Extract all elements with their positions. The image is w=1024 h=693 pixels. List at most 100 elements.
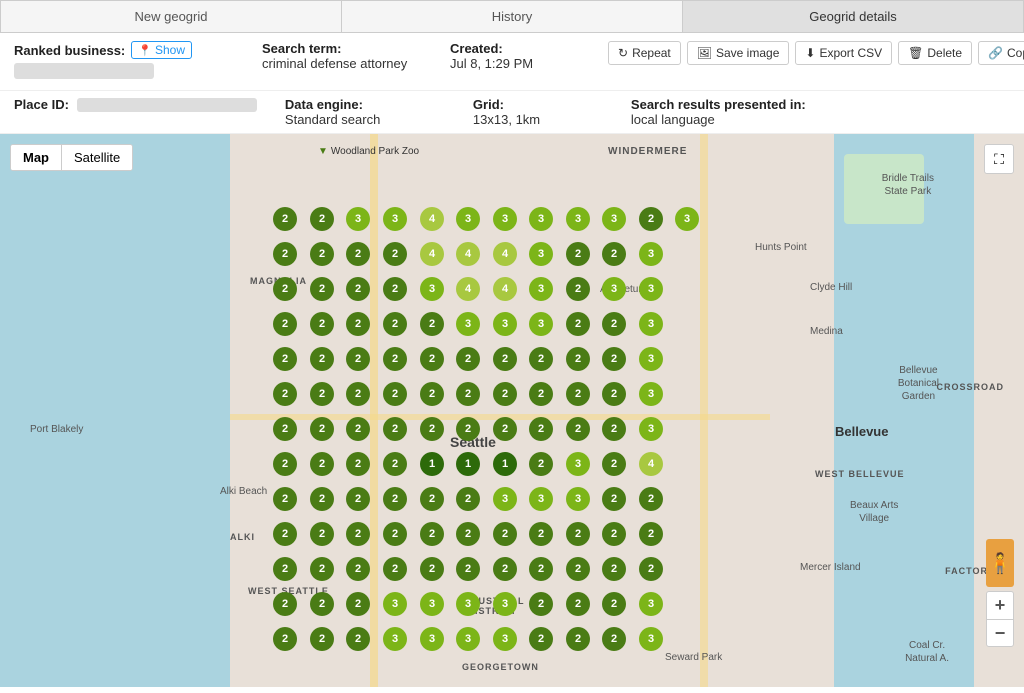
map-pin[interactable]: 2: [566, 242, 590, 266]
map-pin[interactable]: 2: [273, 592, 297, 616]
map-pin[interactable]: 2: [639, 207, 663, 231]
map-pin[interactable]: 4: [456, 277, 480, 301]
tab-geogrid-details[interactable]: Geogrid details: [683, 0, 1024, 32]
map-container[interactable]: ▼Woodland Park Zoo WINDERMERE Bridle Tra…: [0, 134, 1024, 687]
map-pin[interactable]: 3: [529, 207, 553, 231]
map-pin[interactable]: 2: [566, 627, 590, 651]
map-pin[interactable]: 2: [602, 452, 626, 476]
map-pin[interactable]: 3: [602, 207, 626, 231]
fullscreen-button[interactable]: ⛶: [984, 144, 1014, 174]
show-button[interactable]: 📍 Show: [131, 41, 192, 59]
copy-link-button[interactable]: 🔗 Copy link: [978, 41, 1024, 65]
map-pin[interactable]: 2: [383, 522, 407, 546]
map-pin[interactable]: 2: [602, 417, 626, 441]
map-pin[interactable]: 3: [529, 277, 553, 301]
map-pin[interactable]: 2: [383, 277, 407, 301]
map-pin[interactable]: 3: [602, 277, 626, 301]
map-pin[interactable]: 2: [602, 242, 626, 266]
map-pin[interactable]: 3: [566, 452, 590, 476]
map-pin[interactable]: 2: [456, 522, 480, 546]
zoom-out-button[interactable]: −: [986, 619, 1014, 647]
map-pin[interactable]: 2: [310, 557, 334, 581]
map-pin[interactable]: 4: [639, 452, 663, 476]
map-pin[interactable]: 2: [346, 627, 370, 651]
map-pin[interactable]: 3: [639, 592, 663, 616]
map-pin[interactable]: 4: [420, 242, 444, 266]
map-pin[interactable]: 4: [493, 242, 517, 266]
delete-button[interactable]: 🗑 Delete: [898, 41, 972, 65]
map-pin[interactable]: 2: [602, 312, 626, 336]
map-pin[interactable]: 2: [310, 627, 334, 651]
map-pin[interactable]: 3: [639, 417, 663, 441]
map-pin[interactable]: 1: [420, 452, 444, 476]
map-pin[interactable]: 2: [566, 347, 590, 371]
map-pin[interactable]: 2: [383, 347, 407, 371]
map-pin[interactable]: 2: [529, 522, 553, 546]
map-pin[interactable]: 3: [383, 592, 407, 616]
map-pin[interactable]: 2: [602, 627, 626, 651]
map-pin[interactable]: 2: [310, 277, 334, 301]
map-pin[interactable]: 2: [420, 347, 444, 371]
map-pin[interactable]: 3: [493, 312, 517, 336]
map-pin[interactable]: 2: [346, 557, 370, 581]
map-pin[interactable]: 2: [566, 557, 590, 581]
map-pin[interactable]: 3: [529, 242, 553, 266]
map-pin[interactable]: 2: [346, 382, 370, 406]
tab-history[interactable]: History: [342, 0, 683, 32]
map-pin[interactable]: 2: [346, 592, 370, 616]
map-pin[interactable]: 3: [639, 312, 663, 336]
map-pin[interactable]: 3: [420, 627, 444, 651]
map-pin[interactable]: 2: [566, 522, 590, 546]
map-pin[interactable]: 2: [273, 417, 297, 441]
map-pin[interactable]: 2: [346, 277, 370, 301]
map-pin[interactable]: 2: [273, 487, 297, 511]
map-pin[interactable]: 2: [310, 242, 334, 266]
map-pin[interactable]: 2: [346, 242, 370, 266]
map-pin[interactable]: 2: [456, 382, 480, 406]
map-pin[interactable]: 3: [639, 242, 663, 266]
map-pin[interactable]: 2: [566, 592, 590, 616]
map-pin[interactable]: 2: [529, 452, 553, 476]
map-pin[interactable]: 3: [566, 487, 590, 511]
map-pin[interactable]: 2: [602, 487, 626, 511]
map-pin[interactable]: 2: [456, 347, 480, 371]
map-pin[interactable]: 3: [493, 207, 517, 231]
map-pin[interactable]: 2: [310, 487, 334, 511]
map-pin[interactable]: 2: [639, 487, 663, 511]
map-pin[interactable]: 2: [566, 312, 590, 336]
map-pin[interactable]: 2: [493, 522, 517, 546]
map-pin[interactable]: 2: [383, 382, 407, 406]
map-pin[interactable]: 3: [639, 347, 663, 371]
map-pin[interactable]: 3: [675, 207, 699, 231]
map-pin[interactable]: 2: [273, 627, 297, 651]
map-pin[interactable]: 3: [383, 627, 407, 651]
street-view-button[interactable]: 🧍: [986, 539, 1014, 587]
map-pin[interactable]: 2: [529, 347, 553, 371]
map-pin[interactable]: 2: [310, 592, 334, 616]
map-pin[interactable]: 2: [493, 417, 517, 441]
map-pin[interactable]: 3: [456, 592, 480, 616]
map-pin[interactable]: 3: [383, 207, 407, 231]
map-pin[interactable]: 3: [456, 312, 480, 336]
tab-new-geogrid[interactable]: New geogrid: [0, 0, 342, 32]
map-pin[interactable]: 2: [383, 557, 407, 581]
map-pin[interactable]: 2: [529, 592, 553, 616]
zoom-in-button[interactable]: +: [986, 591, 1014, 619]
map-pin[interactable]: 4: [456, 242, 480, 266]
map-pin[interactable]: 2: [310, 522, 334, 546]
map-pin[interactable]: 3: [566, 207, 590, 231]
map-pin[interactable]: 2: [383, 312, 407, 336]
map-pin[interactable]: 3: [493, 592, 517, 616]
map-pin[interactable]: 2: [639, 557, 663, 581]
map-pin[interactable]: 2: [383, 487, 407, 511]
map-pin[interactable]: 3: [493, 487, 517, 511]
map-pin[interactable]: 1: [493, 452, 517, 476]
map-type-satellite-button[interactable]: Satellite: [62, 145, 132, 170]
map-pin[interactable]: 2: [602, 592, 626, 616]
map-pin[interactable]: 2: [346, 347, 370, 371]
map-pin[interactable]: 3: [529, 312, 553, 336]
map-pin[interactable]: 2: [639, 522, 663, 546]
map-pin[interactable]: 3: [456, 627, 480, 651]
map-pin[interactable]: 3: [529, 487, 553, 511]
map-pin[interactable]: 2: [456, 557, 480, 581]
